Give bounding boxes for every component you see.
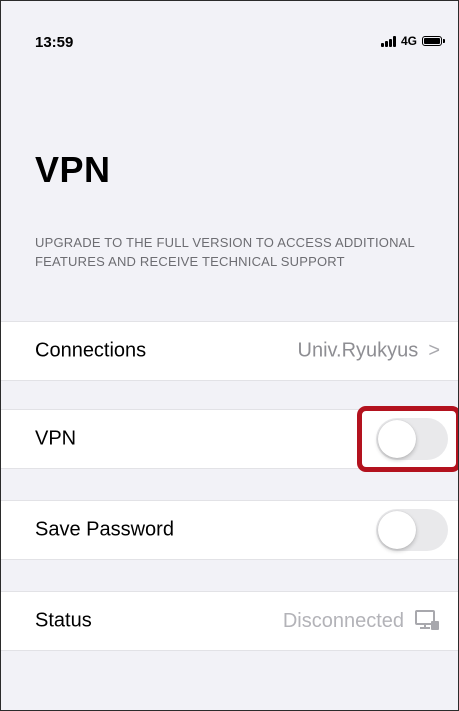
- status-row: Status Disconnected: [1, 591, 458, 651]
- vpn-toggle-knob: [378, 420, 416, 458]
- upgrade-notice: UPGRADE TO THE FULL VERSION TO ACCESS AD…: [35, 235, 415, 269]
- connections-label: Connections: [35, 339, 147, 362]
- status-time: 13:59: [35, 34, 74, 51]
- status-value-group: Disconnected: [283, 609, 440, 633]
- vpn-label: VPN: [35, 427, 77, 450]
- chevron-right-icon: >: [428, 339, 440, 362]
- status-value: Disconnected: [282, 609, 404, 632]
- connections-value-group: Univ.Ryukyus >: [298, 340, 440, 363]
- save-password-row: Save Password: [1, 500, 458, 560]
- vpn-toggle[interactable]: [376, 418, 448, 460]
- status-indicators: 4G: [380, 34, 445, 48]
- phone-screen: 13:59 4G VPN UPGRADE TO THE FULL VERSION…: [0, 0, 459, 711]
- connections-value: Univ.Ryukyus: [297, 339, 419, 362]
- signal-strength-icon: [380, 35, 396, 47]
- connections-row[interactable]: Connections Univ.Ryukyus >: [1, 321, 458, 381]
- network-monitor-icon: [415, 610, 439, 630]
- page-title: VPN: [35, 149, 111, 190]
- vpn-row: VPN: [1, 409, 458, 469]
- save-password-toggle-knob: [378, 511, 416, 549]
- battery-icon: [422, 36, 445, 46]
- status-bar: 13:59 4G: [1, 1, 458, 61]
- save-password-label: Save Password: [35, 518, 174, 541]
- status-label: Status: [35, 609, 92, 632]
- save-password-toggle[interactable]: [376, 509, 448, 551]
- network-type-label: 4G: [400, 34, 417, 48]
